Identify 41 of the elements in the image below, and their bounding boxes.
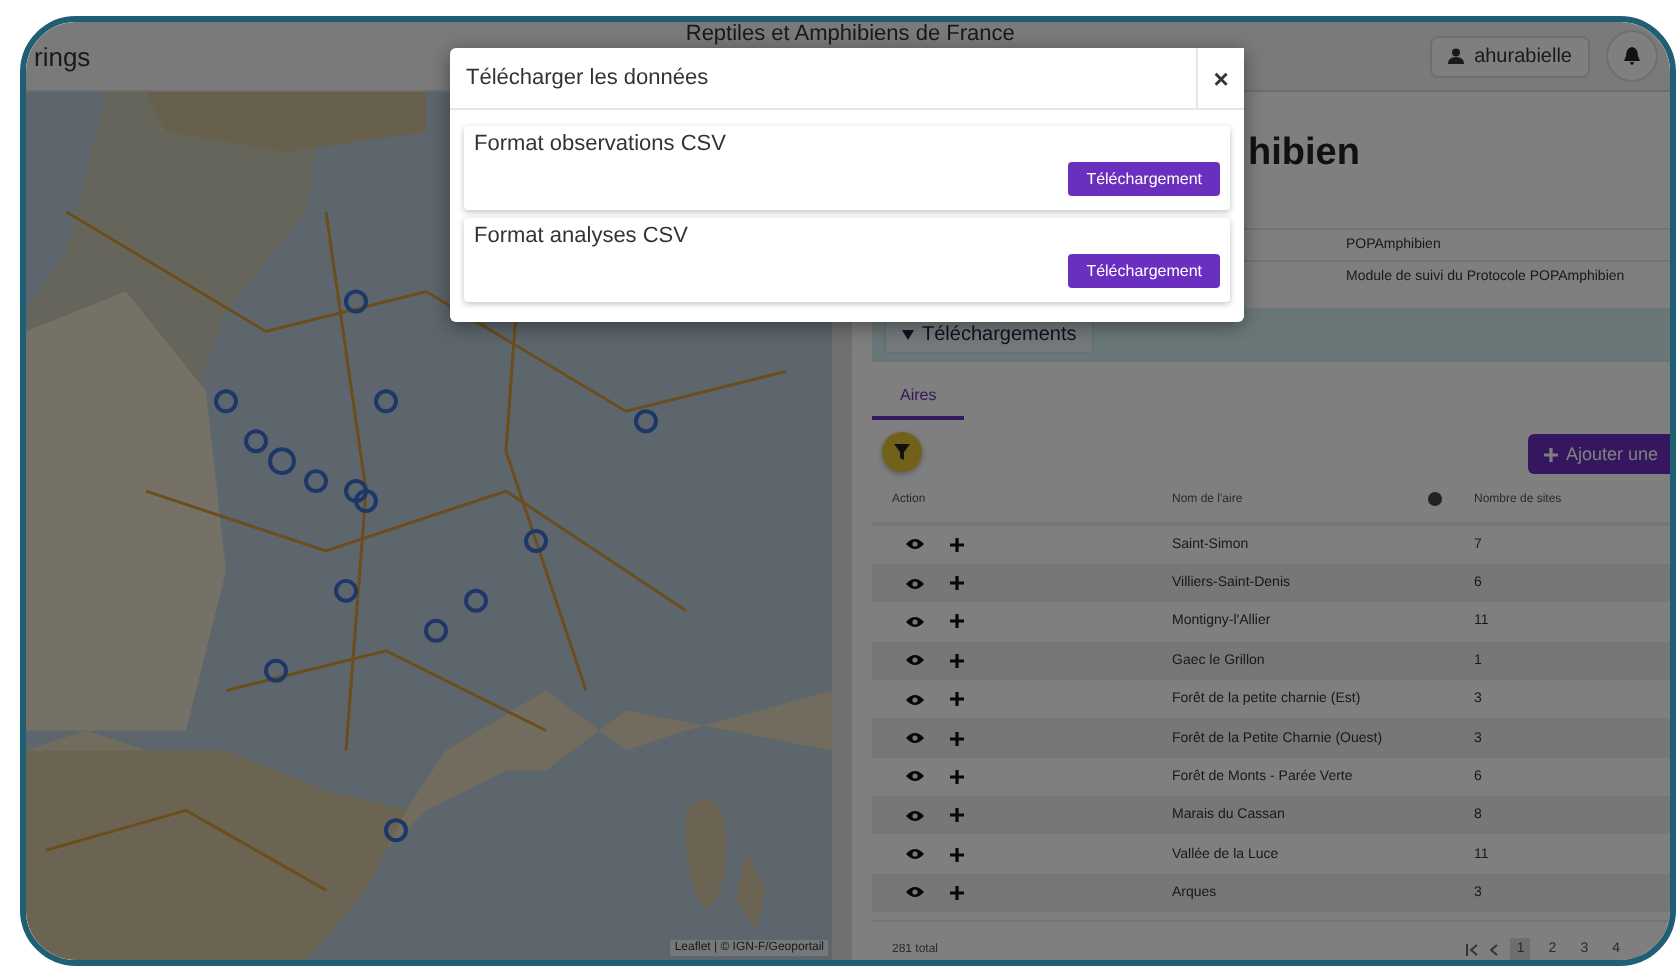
- dialog-title: Télécharger les données: [464, 64, 711, 94]
- close-button[interactable]: ×: [1196, 48, 1244, 108]
- eye-icon[interactable]: [906, 732, 924, 744]
- filter-icon: [894, 443, 910, 460]
- eye-icon[interactable]: [906, 886, 924, 899]
- plus-icon[interactable]: [950, 847, 964, 862]
- format-title: Format observations CSV: [474, 132, 728, 156]
- format-title: Format analyses CSV: [474, 224, 690, 248]
- eye-icon[interactable]: [906, 848, 924, 861]
- plus-icon[interactable]: [950, 731, 964, 745]
- module-title: hibien: [1246, 130, 1362, 168]
- previous-page-icon[interactable]: [1490, 943, 1499, 956]
- add-button[interactable]: Ajouter une: [1527, 434, 1670, 475]
- plus-icon[interactable]: [950, 537, 964, 552]
- plus-icon[interactable]: [950, 808, 964, 823]
- filter-button[interactable]: [882, 431, 922, 472]
- user-button[interactable]: ahurabielle: [1430, 35, 1590, 77]
- user-icon: [1448, 48, 1465, 64]
- plus-icon[interactable]: [950, 614, 964, 629]
- tab[interactable]: Aires: [872, 374, 965, 421]
- eye-icon[interactable]: [906, 577, 924, 590]
- caret-icon: [902, 330, 914, 340]
- bell-icon: [1622, 46, 1642, 66]
- download-button[interactable]: Téléchargement: [1068, 254, 1220, 288]
- eye-icon[interactable]: [906, 538, 924, 551]
- plus-icon[interactable]: [950, 769, 964, 784]
- eye-icon[interactable]: [906, 654, 924, 667]
- notifications-button[interactable]: [1606, 30, 1658, 82]
- eye-icon[interactable]: [906, 615, 924, 628]
- plus-icon[interactable]: [950, 692, 964, 707]
- plus-icon: [1543, 447, 1558, 462]
- eye-icon[interactable]: [906, 809, 924, 822]
- plus-icon[interactable]: [950, 885, 964, 900]
- plus-icon[interactable]: [950, 653, 964, 668]
- page-title: Reptiles et Amphibiens de France: [683, 22, 1017, 46]
- eye-icon[interactable]: [906, 770, 924, 783]
- download-button[interactable]: Téléchargement: [1068, 162, 1220, 196]
- eye-icon[interactable]: [906, 693, 924, 706]
- plus-icon[interactable]: [950, 576, 964, 591]
- first-page-icon[interactable]: [1466, 943, 1479, 956]
- app-name: rings: [34, 41, 91, 71]
